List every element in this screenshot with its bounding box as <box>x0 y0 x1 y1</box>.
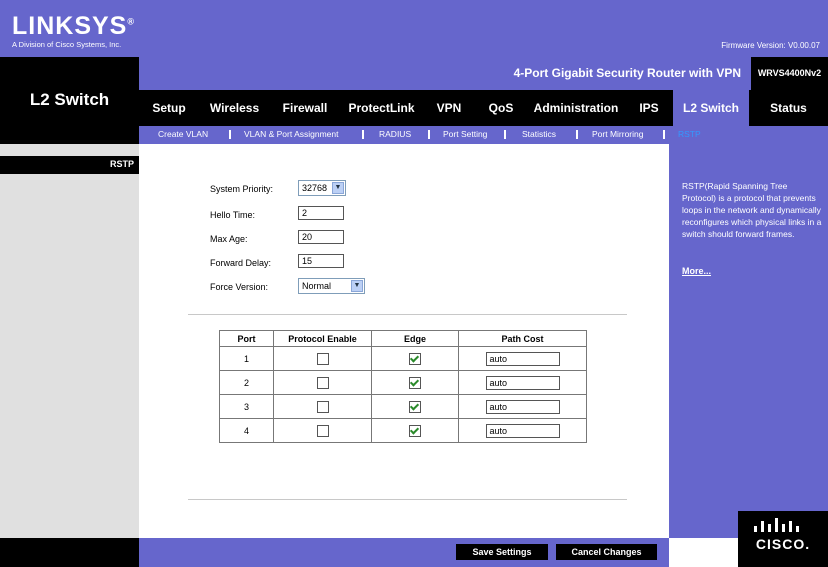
path-cost-input[interactable]: auto <box>485 375 560 390</box>
subtab-statistics[interactable]: Statistics <box>522 126 556 142</box>
divider <box>188 499 627 500</box>
cisco-logo-text: CISCO. <box>755 536 811 552</box>
port-number: 4 <box>219 418 274 443</box>
subtab-rstp[interactable]: RSTP <box>678 126 701 142</box>
tab-wireless[interactable]: Wireless <box>199 90 270 126</box>
col-protocol-enable: Protocol Enable <box>273 330 372 347</box>
hello-time-input[interactable]: 2 <box>298 206 344 220</box>
tab-vpn[interactable]: VPN <box>423 90 475 126</box>
firmware-version: Firmware Version: V0.00.07 <box>721 41 820 50</box>
subtab-port-mirroring[interactable]: Port Mirroring <box>592 126 643 142</box>
system-priority-select[interactable]: 32768 ▼ <box>298 180 346 196</box>
table-row: 1 auto <box>219 346 587 371</box>
path-cost-cell: auto <box>458 370 587 395</box>
system-priority-label: System Priority: <box>210 184 274 194</box>
subtab-port-setting[interactable]: Port Setting <box>443 126 487 142</box>
tab-ips[interactable]: IPS <box>625 90 673 126</box>
table-row: 3 auto <box>219 394 587 419</box>
table-row: 2 auto <box>219 370 587 395</box>
port-table: Port Protocol Enable Edge Path Cost 1 aut… <box>219 330 587 443</box>
help-text: RSTP(Rapid Spanning Tree Protocol) is a … <box>682 181 822 239</box>
tab-administration[interactable]: Administration <box>527 90 625 126</box>
left-panel <box>0 144 139 538</box>
path-cost-cell: auto <box>458 394 587 419</box>
protocol-enable-cell <box>273 418 372 443</box>
port-number: 2 <box>219 370 274 395</box>
subtab-separator <box>428 130 430 139</box>
forward-delay-input[interactable]: 15 <box>298 254 344 268</box>
path-cost-input[interactable]: auto <box>485 399 560 414</box>
subtab-separator <box>576 130 578 139</box>
protocol-enable-checkbox[interactable] <box>316 352 329 365</box>
chevron-down-icon: ▼ <box>351 280 363 292</box>
tab-qos[interactable]: QoS <box>475 90 527 126</box>
subtab-separator <box>663 130 665 139</box>
table-header-row: Port Protocol Enable Edge Path Cost <box>219 330 587 347</box>
edge-cell <box>371 394 459 419</box>
path-cost-cell: auto <box>458 418 587 443</box>
path-cost-input[interactable]: auto <box>485 423 560 438</box>
subtab-separator <box>229 130 231 139</box>
protocol-enable-cell <box>273 370 372 395</box>
edge-cell <box>371 370 459 395</box>
bottom-left-bar <box>0 538 139 567</box>
edge-cell <box>371 418 459 443</box>
forward-delay-label: Forward Delay: <box>210 258 272 268</box>
edge-checkbox[interactable] <box>409 400 421 413</box>
protocol-enable-checkbox[interactable] <box>316 376 329 389</box>
protocol-enable-cell <box>273 394 372 419</box>
table-row: 4 auto <box>219 418 587 443</box>
sub-tabs: Create VLAN VLAN & Port Assignment RADIU… <box>139 126 828 144</box>
cancel-changes-button[interactable]: Cancel Changes <box>556 544 657 560</box>
max-age-label: Max Age: <box>210 234 248 244</box>
subtab-create-vlan[interactable]: Create VLAN <box>158 126 208 142</box>
subtab-radius[interactable]: RADIUS <box>379 126 411 142</box>
logo-subtitle: A Division of Cisco Systems, Inc. <box>12 40 122 49</box>
protocol-enable-cell <box>273 346 372 371</box>
save-settings-button[interactable]: Save Settings <box>456 544 548 560</box>
protocol-enable-checkbox[interactable] <box>316 400 329 413</box>
edge-cell <box>371 346 459 371</box>
linksys-logo: LINKSYS® <box>12 12 135 40</box>
tab-firewall[interactable]: Firewall <box>270 90 340 126</box>
section-title: L2 Switch <box>29 90 110 109</box>
product-name: 4-Port Gigabit Security Router with VPN <box>513 66 741 80</box>
tab-status[interactable]: Status <box>749 90 828 126</box>
main-tabs: Setup Wireless Firewall ProtectLink VPN … <box>139 90 828 126</box>
port-number: 1 <box>219 346 274 371</box>
col-edge: Edge <box>371 330 459 347</box>
divider <box>188 314 627 315</box>
left-section-label: RSTP <box>109 159 134 169</box>
tab-protectlink[interactable]: ProtectLink <box>340 90 423 126</box>
protocol-enable-checkbox[interactable] <box>316 424 329 437</box>
force-version-select[interactable]: Normal ▼ <box>298 278 365 294</box>
hello-time-label: Hello Time: <box>210 210 256 220</box>
edge-checkbox[interactable] <box>409 376 421 389</box>
edge-checkbox[interactable] <box>409 352 421 365</box>
edge-checkbox[interactable] <box>409 424 421 437</box>
col-path-cost: Path Cost <box>458 330 587 347</box>
tab-setup[interactable]: Setup <box>139 90 199 126</box>
col-port: Port <box>219 330 274 347</box>
cisco-bars-icon <box>754 518 799 532</box>
path-cost-cell: auto <box>458 346 587 371</box>
subtab-separator <box>362 130 364 139</box>
chevron-down-icon: ▼ <box>332 182 344 194</box>
force-version-label: Force Version: <box>210 282 269 292</box>
subtab-separator <box>504 130 506 139</box>
port-number: 3 <box>219 394 274 419</box>
model-name: WRVS4400Nv2 <box>751 57 828 90</box>
max-age-input[interactable]: 20 <box>298 230 344 244</box>
path-cost-input[interactable]: auto <box>485 351 560 366</box>
help-more-link[interactable]: More... <box>682 266 711 276</box>
tab-l2-switch[interactable]: L2 Switch <box>673 90 749 126</box>
subtab-vlan-port-assignment[interactable]: VLAN & Port Assignment <box>244 126 339 142</box>
